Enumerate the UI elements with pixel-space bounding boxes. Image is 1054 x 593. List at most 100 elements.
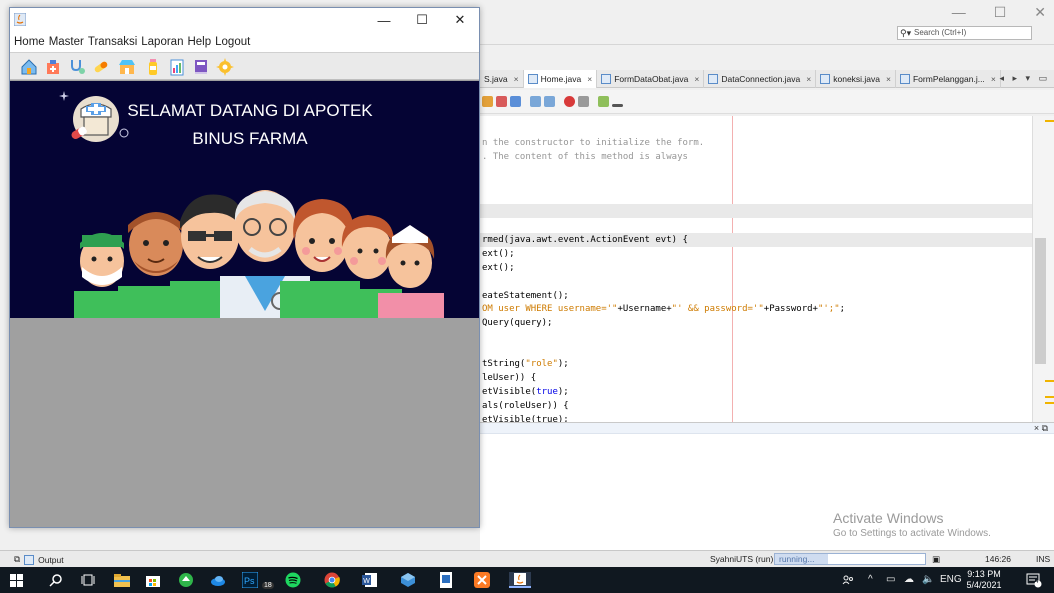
editor-scrollbar[interactable] bbox=[1032, 116, 1054, 422]
comment-icon[interactable] bbox=[598, 96, 609, 107]
app-close-button[interactable]: ✕ bbox=[441, 8, 479, 32]
editor-tab-label: koneksi.java bbox=[833, 74, 881, 84]
menu-master[interactable]: Master bbox=[49, 36, 84, 48]
welcome-banner: SELAMAT DATANG DI APOTEK BINUS FARMA bbox=[10, 81, 479, 318]
java-file-icon bbox=[899, 74, 910, 84]
code-line: OM user WHERE username='"+Username+"' &&… bbox=[482, 303, 845, 316]
record-macro-icon[interactable] bbox=[564, 96, 575, 107]
report-icon[interactable] bbox=[168, 58, 186, 76]
java-file-icon bbox=[820, 74, 831, 84]
pill-icon[interactable] bbox=[92, 58, 110, 76]
search-icon[interactable] bbox=[48, 572, 64, 588]
app-maximize-button[interactable]: ☐ bbox=[403, 8, 441, 32]
code-line: rmed(java.awt.event.ActionEvent evt) { bbox=[482, 235, 688, 245]
warning-marker[interactable] bbox=[1045, 380, 1054, 382]
photoshop-icon[interactable]: Ps bbox=[242, 572, 258, 588]
stop-process-icon[interactable]: ▣ bbox=[932, 554, 940, 565]
battery-icon[interactable]: ▭ bbox=[886, 574, 895, 585]
ide-maximize-button[interactable]: ☐ bbox=[994, 4, 1007, 21]
system-clock[interactable]: 9:13 PM 5/4/2021 bbox=[966, 569, 1002, 591]
tab-navigation[interactable]: ◂ ▸ ▾ ▭ bbox=[999, 73, 1050, 84]
output-icon bbox=[24, 554, 35, 565]
output-panel-controls[interactable]: × ⧉ bbox=[1034, 423, 1048, 434]
start-button[interactable] bbox=[8, 572, 24, 588]
editor-tabs: S.java × Home.java × FormDataObat.java × DataC… bbox=[480, 70, 1054, 88]
onedrive-tray-icon[interactable]: ☁ bbox=[904, 574, 914, 585]
language-indicator[interactable]: ENG bbox=[940, 574, 962, 585]
store-icon[interactable] bbox=[145, 572, 161, 588]
shift-right-icon[interactable] bbox=[544, 96, 555, 107]
xampp-icon[interactable] bbox=[474, 572, 490, 588]
app-minimize-button[interactable]: — bbox=[365, 8, 403, 32]
ide-search-input[interactable]: ⚲▾ Search (Ctrl+I) bbox=[897, 26, 1032, 40]
code-line: n the constructor to initialize the form… bbox=[482, 138, 705, 148]
editor-toolbar bbox=[480, 90, 1054, 114]
java-app-taskbar-icon[interactable] bbox=[509, 572, 531, 588]
shift-left-icon[interactable] bbox=[530, 96, 541, 107]
code-string: OM user WHERE username='" bbox=[482, 304, 618, 314]
document-icon[interactable] bbox=[438, 572, 454, 588]
close-tab-icon[interactable]: × bbox=[587, 74, 592, 84]
people-icon[interactable] bbox=[842, 574, 854, 589]
svg-text:W: W bbox=[363, 578, 370, 585]
warning-marker[interactable] bbox=[1045, 396, 1054, 398]
menu-laporan[interactable]: Laporan bbox=[141, 36, 183, 48]
bottle-icon[interactable] bbox=[144, 58, 162, 76]
virtualbox-icon[interactable] bbox=[400, 572, 416, 588]
editor-tab-label: FormPelanggan.j... bbox=[912, 74, 985, 84]
restore-icon: ⧉ bbox=[14, 554, 21, 564]
code-editor[interactable]: n the constructor to initialize the form… bbox=[480, 116, 1032, 422]
back-icon[interactable] bbox=[482, 96, 493, 107]
app-green-icon[interactable] bbox=[178, 572, 194, 588]
java-file-icon bbox=[708, 74, 719, 84]
editor-tab[interactable]: DataConnection.java × bbox=[704, 70, 817, 88]
stethoscope-icon[interactable] bbox=[68, 58, 86, 76]
menu-transaksi[interactable]: Transaksi bbox=[88, 36, 137, 48]
file-explorer-icon[interactable] bbox=[114, 572, 130, 588]
action-center-icon[interactable]: 4 bbox=[1026, 572, 1042, 588]
find-next-icon[interactable] bbox=[510, 96, 521, 107]
close-tab-icon[interactable]: × bbox=[694, 74, 699, 84]
tray-chevron-up-icon[interactable]: ^ bbox=[868, 574, 873, 585]
editor-tab[interactable]: Home.java × bbox=[523, 70, 598, 88]
onedrive-icon[interactable] bbox=[210, 572, 226, 588]
warning-marker[interactable] bbox=[1045, 120, 1054, 122]
stop-macro-icon[interactable] bbox=[578, 96, 589, 107]
settings-gear-icon[interactable] bbox=[216, 58, 234, 76]
book-icon[interactable] bbox=[192, 58, 210, 76]
menu-help[interactable]: Help bbox=[187, 36, 211, 48]
app-title-bar[interactable]: — ☐ ✕ bbox=[10, 8, 479, 32]
chrome-icon[interactable] bbox=[324, 572, 340, 588]
menu-logout[interactable]: Logout bbox=[215, 36, 250, 48]
uncomment-icon[interactable] bbox=[612, 104, 623, 107]
editor-tab[interactable]: FormDataObat.java × bbox=[597, 70, 705, 88]
editor-tab[interactable]: koneksi.java × bbox=[816, 70, 896, 88]
run-progress-bar[interactable]: running... bbox=[774, 553, 926, 565]
close-tab-icon[interactable]: × bbox=[806, 74, 811, 84]
scrollbar-thumb[interactable] bbox=[1035, 238, 1046, 364]
activate-subtitle: Go to Settings to activate Windows. bbox=[833, 528, 991, 539]
volume-icon[interactable]: 🔈 bbox=[922, 574, 934, 585]
editor-tab[interactable]: S.java × bbox=[480, 70, 524, 88]
menu-home[interactable]: Home bbox=[14, 36, 45, 48]
close-tab-icon[interactable]: × bbox=[991, 74, 996, 84]
find-previous-icon[interactable] bbox=[496, 96, 507, 107]
code-string: "' && password='" bbox=[671, 304, 764, 314]
medicine-icon[interactable] bbox=[44, 58, 62, 76]
caret-position: 146:26 bbox=[985, 554, 1011, 564]
code-string: "';" bbox=[817, 304, 840, 314]
ide-minimize-button[interactable]: — bbox=[952, 4, 966, 21]
home-icon[interactable] bbox=[20, 58, 38, 76]
word-icon[interactable]: W bbox=[362, 572, 378, 588]
close-tab-icon[interactable]: × bbox=[514, 74, 519, 84]
pharmacy-store-icon[interactable] bbox=[118, 58, 136, 76]
ide-close-button[interactable]: ✕ bbox=[1034, 4, 1046, 21]
editor-tab-label: S.java bbox=[484, 74, 508, 84]
task-view-icon[interactable] bbox=[80, 572, 96, 588]
output-window-tab[interactable]: ⧉ Output bbox=[14, 554, 64, 565]
close-tab-icon[interactable]: × bbox=[886, 74, 891, 84]
output-header bbox=[480, 423, 1054, 434]
editor-tab[interactable]: FormPelanggan.j... × bbox=[896, 70, 1001, 88]
warning-marker[interactable] bbox=[1045, 402, 1054, 404]
spotify-icon[interactable] bbox=[285, 572, 301, 588]
